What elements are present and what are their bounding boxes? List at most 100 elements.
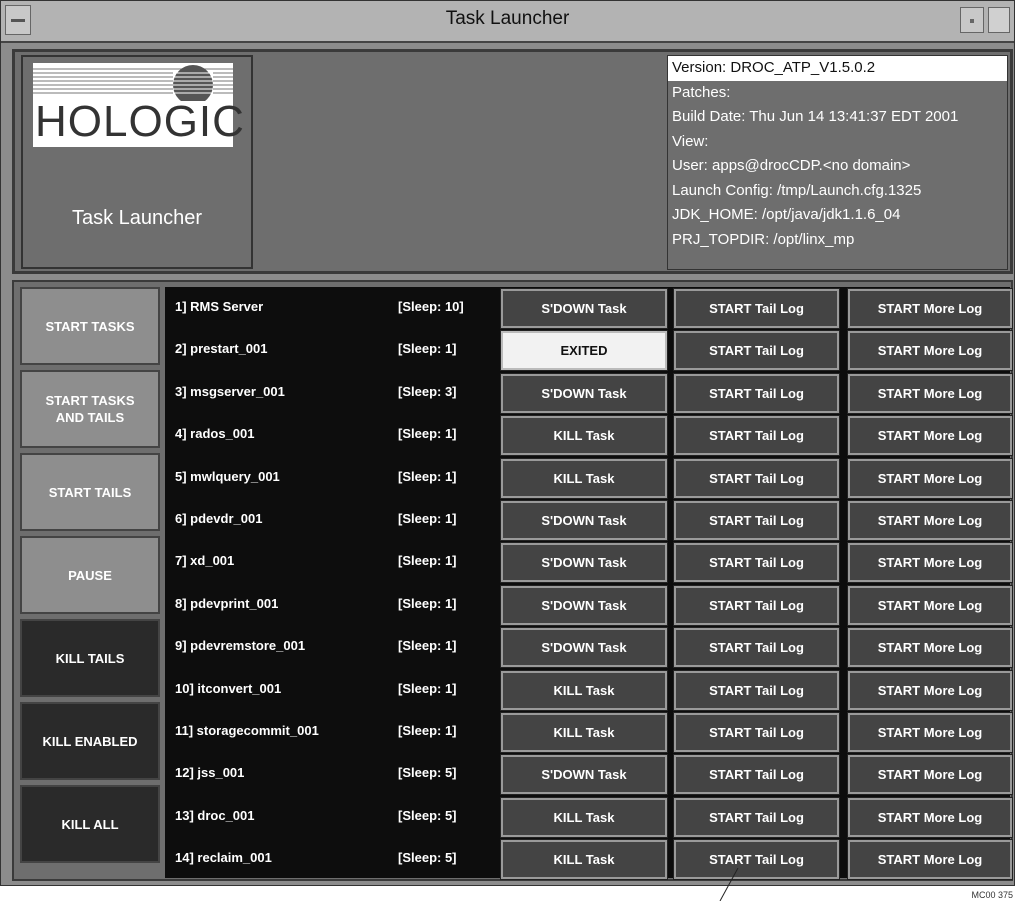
start-tail-log-button[interactable]: START Tail Log <box>673 796 840 838</box>
start-tasks-and-tails-button[interactable]: START TASKS AND TAILS <box>20 370 160 448</box>
kill-enabled-button[interactable]: KILL ENABLED <box>20 702 160 780</box>
figure-id: MC00 375 <box>971 890 1013 900</box>
header-panel: HOLOGIC Task Launcher Version: DROC_ATP_… <box>12 49 1013 274</box>
start-more-log-button[interactable]: START More Log <box>847 584 1013 626</box>
task-sleep: [Sleep: 10] <box>398 299 464 314</box>
task-name: 1] RMS Server <box>175 299 264 314</box>
task-name: 11] storagecommit_001 <box>175 723 319 738</box>
task-action-button[interactable]: S'DOWN Task <box>500 754 668 796</box>
hologic-logo: HOLOGIC <box>33 63 244 147</box>
task-action-button[interactable]: S'DOWN Task <box>500 584 668 626</box>
task-action-button[interactable]: KILL Task <box>500 669 668 711</box>
start-tail-log-button[interactable]: START Tail Log <box>673 500 840 541</box>
task-name: 6] pdevdr_001 <box>175 511 263 526</box>
start-more-log-button[interactable]: START More Log <box>847 330 1013 372</box>
task-action-button[interactable]: KILL Task <box>500 796 668 838</box>
task-row: 3] msgserver_001 [Sleep: 3] S'DOWN Task STA… <box>165 372 1013 416</box>
task-action-button[interactable]: S'DOWN Task <box>500 542 668 584</box>
start-tail-log-button[interactable]: START Tail Log <box>673 584 840 626</box>
start-more-log-button[interactable]: START More Log <box>847 288 1013 329</box>
start-more-log-button[interactable]: START More Log <box>847 542 1013 584</box>
start-more-log-button[interactable]: START More Log <box>847 712 1013 753</box>
start-more-log-button[interactable]: START More Log <box>847 415 1013 457</box>
start-more-log-button[interactable]: START More Log <box>847 627 1013 669</box>
info-prj-topdir[interactable]: PRJ_TOPDIR: /opt/linx_mp <box>668 228 1007 253</box>
task-action-button[interactable]: EXITED <box>500 330 668 372</box>
info-jdk-home[interactable]: JDK_HOME: /opt/java/jdk1.1.6_04 <box>668 203 1007 228</box>
start-tail-log-button[interactable]: START Tail Log <box>673 754 840 796</box>
task-action-button[interactable]: KILL Task <box>500 415 668 457</box>
task-sleep: [Sleep: 1] <box>398 723 457 738</box>
start-tail-log-button[interactable]: START Tail Log <box>673 839 840 881</box>
start-tail-log-button[interactable]: START Tail Log <box>673 712 840 753</box>
kill-all-button[interactable]: KILL ALL <box>20 785 160 863</box>
task-action-button[interactable]: S'DOWN Task <box>500 288 668 329</box>
start-tasks-and-tails-label: START TASKS AND TAILS <box>45 393 135 425</box>
task-sleep: [Sleep: 3] <box>398 383 457 399</box>
task-sleep: [Sleep: 1] <box>398 680 457 696</box>
task-action-button[interactable]: KILL Task <box>500 839 668 881</box>
start-tasks-button[interactable]: START TASKS <box>20 287 160 365</box>
pause-button[interactable]: PAUSE <box>20 536 160 614</box>
task-action-button[interactable]: KILL Task <box>500 712 668 753</box>
logo-panel: HOLOGIC Task Launcher <box>21 55 253 269</box>
title-bar[interactable]: Task Launcher <box>1 1 1014 43</box>
task-sleep: [Sleep: 1] <box>398 426 457 442</box>
maximize-button[interactable] <box>988 7 1010 33</box>
task-action-button[interactable]: S'DOWN Task <box>500 500 668 541</box>
start-tail-log-button[interactable]: START Tail Log <box>673 542 840 584</box>
kill-tails-label: KILL TAILS <box>55 650 125 666</box>
start-more-log-button[interactable]: START More Log <box>847 796 1013 838</box>
info-view[interactable]: View: <box>668 130 1007 155</box>
task-name: 8] pdevprint_001 <box>175 595 279 611</box>
task-name: 10] itconvert_001 <box>175 680 282 696</box>
task-row: 1] RMS Server [Sleep: 10] S'DOWN Task START… <box>165 288 1013 331</box>
start-tail-log-button[interactable]: START Tail Log <box>673 627 840 669</box>
task-row: 12] jss_001 [Sleep: 5] S'DOWN Task START Ta… <box>165 754 1013 797</box>
start-tail-log-button[interactable]: START Tail Log <box>673 669 840 711</box>
task-row: 8] pdevprint_001 [Sleep: 1] S'DOWN Task STA… <box>165 584 1013 628</box>
start-more-log-button[interactable]: START More Log <box>847 457 1013 499</box>
start-tails-label: START TAILS <box>48 484 132 500</box>
task-name: 5] mwlquery_001 <box>175 468 280 484</box>
task-row: 13] droc_001 [Sleep: 5] KILL Task START Tai… <box>165 796 1013 840</box>
start-tail-log-button[interactable]: START Tail Log <box>673 457 840 499</box>
start-more-log-button[interactable]: START More Log <box>847 754 1013 796</box>
info-build-date[interactable]: Build Date: Thu Jun 14 13:41:37 EDT 2001 <box>668 105 1007 130</box>
task-sleep: [Sleep: 1] <box>398 511 457 526</box>
start-tail-log-button[interactable]: START Tail Log <box>673 288 840 329</box>
task-row: 14] reclaim_001 [Sleep: 5] KILL Task START … <box>165 839 1013 882</box>
task-action-button[interactable]: S'DOWN Task <box>500 372 668 414</box>
task-sleep: [Sleep: 1] <box>398 638 457 654</box>
task-sleep: [Sleep: 5] <box>398 765 457 781</box>
start-more-log-button[interactable]: START More Log <box>847 839 1013 881</box>
task-sleep: [Sleep: 5] <box>398 807 457 823</box>
callout-line <box>719 868 739 901</box>
minimize-button[interactable] <box>960 7 984 33</box>
start-more-log-button[interactable]: START More Log <box>847 669 1013 711</box>
pause-label: PAUSE <box>68 567 112 583</box>
start-more-log-button[interactable]: START More Log <box>847 500 1013 541</box>
task-action-button[interactable]: KILL Task <box>500 457 668 499</box>
task-row: 5] mwlquery_001 [Sleep: 1] KILL Task START … <box>165 457 1013 501</box>
info-user[interactable]: User: apps@drocCDP.<no domain> <box>668 154 1007 179</box>
kill-enabled-label: KILL ENABLED <box>42 733 138 749</box>
task-name: 13] droc_001 <box>175 807 255 823</box>
task-name: 7] xd_001 <box>175 553 235 569</box>
start-tails-button[interactable]: START TAILS <box>20 453 160 531</box>
start-tail-log-button[interactable]: START Tail Log <box>673 372 840 414</box>
kill-all-label: KILL ALL <box>61 816 119 832</box>
task-name: 3] msgserver_001 <box>175 383 285 399</box>
task-row: 9] pdevremstore_001 [Sleep: 1] S'DOWN Task… <box>165 627 1013 670</box>
info-patches[interactable]: Patches: <box>668 81 1007 106</box>
start-tail-log-button[interactable]: START Tail Log <box>673 415 840 457</box>
info-launch-config[interactable]: Launch Config: /tmp/Launch.cfg.1325 <box>668 179 1007 204</box>
task-action-button[interactable]: S'DOWN Task <box>500 627 668 669</box>
start-tail-log-button[interactable]: START Tail Log <box>673 330 840 372</box>
start-more-log-button[interactable]: START More Log <box>847 372 1013 414</box>
info-version[interactable]: Version: DROC_ATP_V1.5.0.2 <box>668 56 1007 81</box>
task-name: 9] pdevremstore_001 <box>175 638 306 654</box>
task-sleep: [Sleep: 1] <box>398 468 457 484</box>
task-name: 2] prestart_001 <box>175 341 268 357</box>
kill-tails-button[interactable]: KILL TAILS <box>20 619 160 697</box>
